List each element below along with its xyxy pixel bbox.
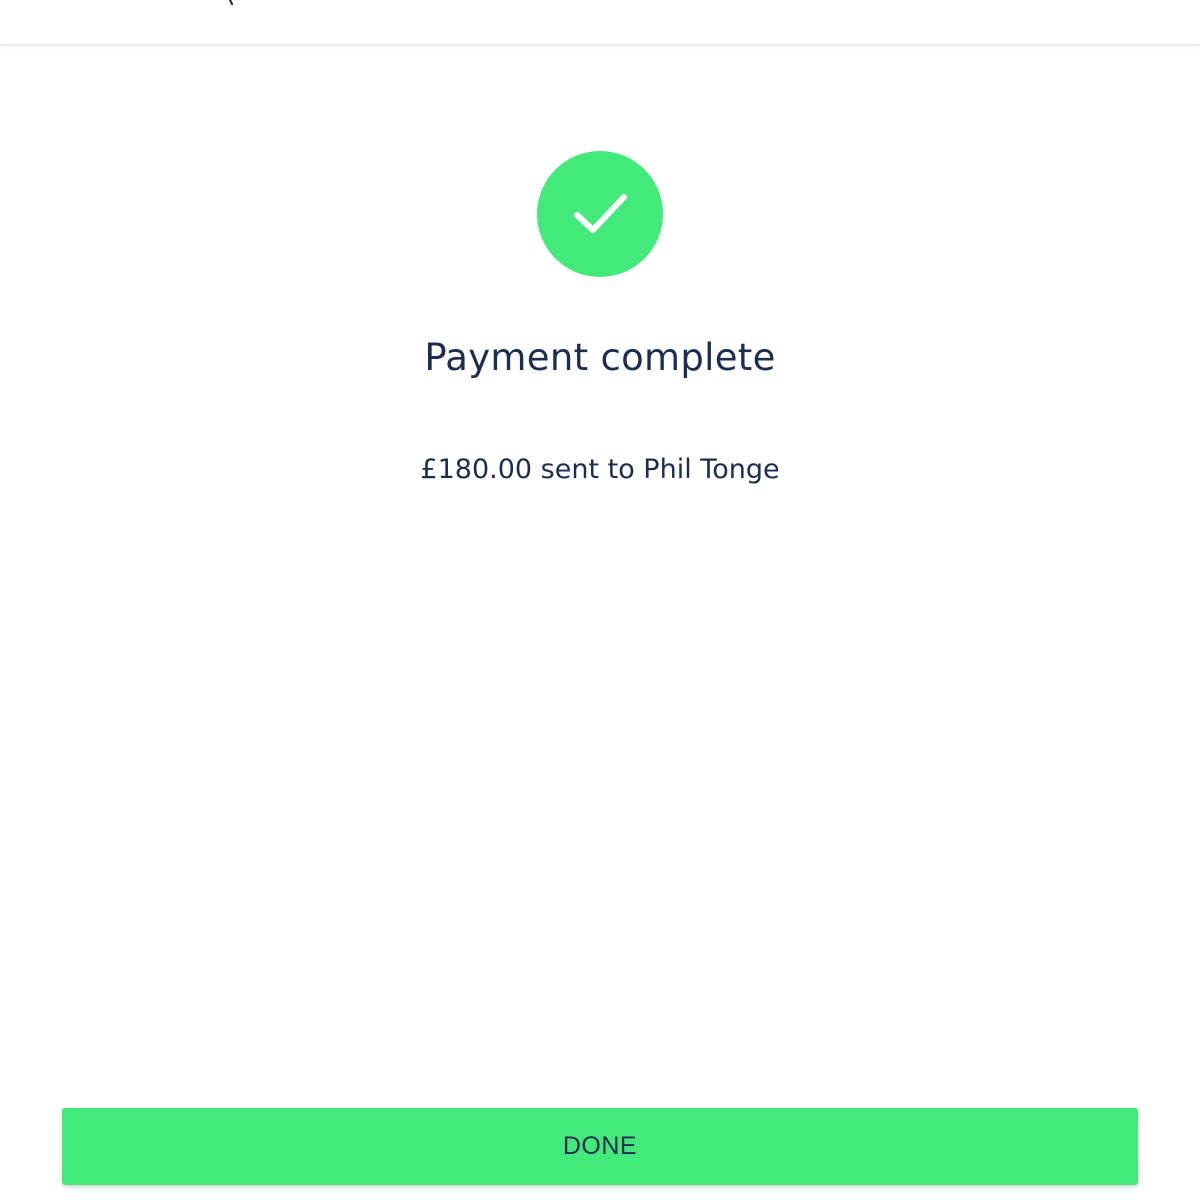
- done-button[interactable]: DONE: [62, 1108, 1138, 1185]
- success-badge: [537, 151, 663, 277]
- checkmark-icon: [574, 194, 627, 233]
- done-button-label: DONE: [562, 1132, 638, 1160]
- top-app-bar: [0, 0, 1200, 45]
- payment-summary-text: £180.00 sent to Phil Tonge: [420, 454, 780, 485]
- page-title: Payment complete: [424, 336, 776, 379]
- payment-confirmation-screen: Payment complete £180.00 sent to Phil To…: [0, 0, 1200, 1200]
- top-bar-partial-glyph: [228, 0, 234, 6]
